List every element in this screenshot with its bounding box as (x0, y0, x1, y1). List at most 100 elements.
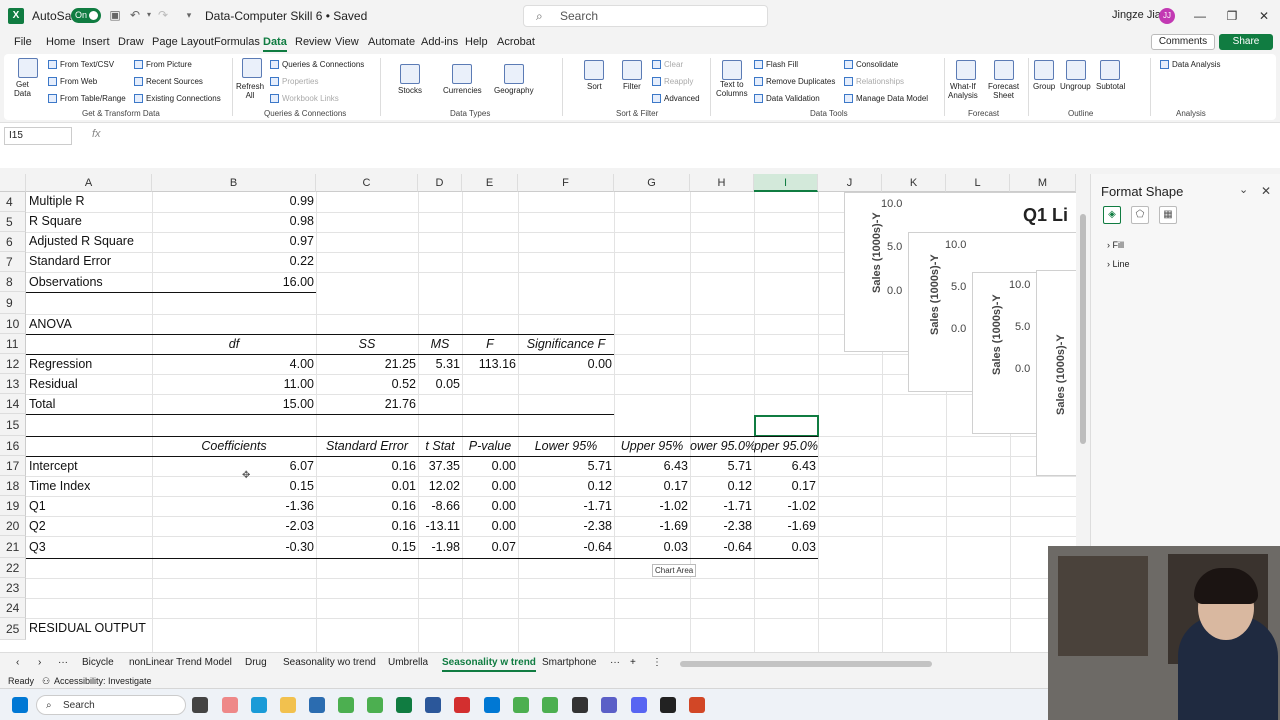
cell-c14[interactable]: 21.76 (316, 397, 416, 411)
cell-d19[interactable]: -8.66 (418, 499, 461, 513)
column-header[interactable]: D (418, 174, 462, 192)
cell-b16[interactable]: Coefficients (152, 439, 316, 453)
cell-h18[interactable]: 0.12 (690, 479, 752, 493)
ungroup-button[interactable]: Ungroup (1060, 82, 1091, 91)
sheet-next-icon[interactable]: › (38, 657, 41, 668)
cell-b19[interactable]: -1.36 (152, 499, 315, 513)
cell-e17[interactable]: 0.00 (462, 459, 516, 473)
row-header[interactable]: 22 (0, 558, 26, 578)
cell-e19[interactable]: 0.00 (462, 499, 516, 513)
column-header[interactable]: J (818, 174, 882, 192)
minimize-icon[interactable]: — (1190, 6, 1210, 26)
properties-button[interactable]: Properties (270, 77, 318, 87)
sheet-prev-icon[interactable]: ‹ (16, 657, 19, 668)
app-icon[interactable] (572, 697, 588, 713)
workbook-links-button[interactable]: Workbook Links (270, 94, 339, 104)
effects-tab-icon[interactable]: ⬠ (1131, 206, 1149, 224)
worksheet-grid[interactable]: A B C D E F G H I J K L M 4 5 6 7 8 9 10… (0, 174, 1090, 652)
excel-icon[interactable] (396, 697, 412, 713)
task-view-icon[interactable] (192, 697, 208, 713)
cell-i19[interactable]: -1.02 (754, 499, 817, 513)
sheet-menu-icon[interactable]: ⋮ (652, 657, 662, 668)
cell-h16[interactable]: ower 95.0% (690, 439, 754, 453)
title-search-box[interactable]: ⌕ Search (523, 5, 768, 27)
flash-fill-button[interactable]: Flash Fill (754, 60, 798, 70)
cell-h19[interactable]: -1.71 (690, 499, 753, 513)
cell-f18[interactable]: 0.12 (518, 479, 612, 493)
sheet-tab-drug[interactable]: Drug (245, 657, 267, 668)
tab-review[interactable]: Review (295, 36, 331, 48)
tab-data[interactable]: Data (263, 36, 287, 52)
column-header[interactable]: C (316, 174, 418, 192)
currencies-button[interactable]: Currencies (443, 86, 482, 95)
column-header[interactable]: B (152, 174, 316, 192)
remove-duplicates-button[interactable]: Remove Duplicates (754, 77, 835, 87)
from-web-button[interactable]: From Web (48, 77, 97, 87)
reapply-button[interactable]: Reapply (652, 77, 693, 87)
edge-icon[interactable] (251, 697, 267, 713)
tab-add-ins[interactable]: Add-ins (421, 36, 458, 48)
tab-help[interactable]: Help (465, 36, 488, 48)
cell-g20[interactable]: -1.69 (614, 519, 689, 533)
outlook-icon[interactable] (484, 697, 500, 713)
row-header[interactable]: 25 (0, 618, 26, 640)
fx-icon[interactable]: fx (92, 128, 101, 140)
column-header[interactable]: M (1010, 174, 1076, 192)
tab-insert[interactable]: Insert (82, 36, 110, 48)
cell-b14[interactable]: 15.00 (152, 397, 314, 411)
data-validation-button[interactable]: Data Validation (754, 94, 820, 104)
refresh-icon[interactable] (242, 58, 262, 78)
row-header[interactable]: 5 (0, 212, 26, 232)
sheet-tab-umbrella[interactable]: Umbrella (388, 657, 428, 668)
cell-f11[interactable]: Significance F (518, 337, 614, 351)
comments-button[interactable]: Comments (1151, 34, 1215, 50)
cell-e20[interactable]: 0.00 (462, 519, 516, 533)
cell-c16[interactable]: Standard Error (316, 439, 418, 453)
row-header[interactable]: 7 (0, 252, 26, 272)
forecast-sheet-button[interactable]: Forecast Sheet (988, 82, 1019, 100)
windows-start-icon[interactable] (12, 697, 28, 713)
data-analysis-button[interactable]: Data Analysis (1160, 60, 1220, 70)
queries-connections-button[interactable]: Queries & Connections (270, 60, 364, 70)
cell-c20[interactable]: 0.16 (316, 519, 416, 533)
row-header[interactable]: 4 (0, 192, 26, 212)
store-icon[interactable] (309, 697, 325, 713)
get-data-icon[interactable] (18, 58, 38, 78)
what-if-icon[interactable] (956, 60, 976, 80)
tab-home[interactable]: Home (46, 36, 75, 48)
cell-d13[interactable]: 0.05 (418, 377, 460, 391)
undo-icon[interactable]: ↶ (128, 8, 142, 22)
tab-draw[interactable]: Draw (118, 36, 144, 48)
cell-a7[interactable]: Standard Error (29, 254, 111, 268)
get-data-button[interactable]: Get Data (14, 80, 31, 98)
cell-f17[interactable]: 5.71 (518, 459, 612, 473)
customize-toolbar-icon[interactable]: ▾ (182, 8, 196, 22)
fill-line-tab-icon[interactable]: ◈ (1103, 206, 1121, 224)
pane-close-icon[interactable]: ✕ (1261, 184, 1271, 198)
row-header[interactable]: 24 (0, 598, 26, 618)
from-picture-button[interactable]: From Picture (134, 60, 192, 70)
chrome-icon[interactable] (338, 697, 354, 713)
row-header[interactable]: 16 (0, 436, 26, 456)
cell-a12[interactable]: Regression (29, 357, 92, 371)
cell-b6[interactable]: 0.97 (152, 234, 314, 248)
cell-a21[interactable]: Q3 (29, 540, 46, 554)
redo-icon[interactable]: ↷ (156, 8, 170, 22)
row-header[interactable]: 18 (0, 476, 26, 496)
chrome-icon[interactable] (513, 697, 529, 713)
cell-a17[interactable]: Intercept (29, 459, 78, 473)
column-header[interactable]: E (462, 174, 518, 192)
tab-page-layout[interactable]: Page Layout (152, 36, 214, 48)
row-header[interactable]: 11 (0, 334, 26, 354)
fill-section[interactable]: › Fill (1107, 240, 1124, 250)
cell-b11[interactable]: df (152, 337, 316, 351)
cell-c17[interactable]: 0.16 (316, 459, 416, 473)
row-header[interactable]: 9 (0, 292, 26, 314)
row-header[interactable]: 23 (0, 578, 26, 598)
cell-d21[interactable]: -1.98 (418, 540, 461, 554)
cell-b13[interactable]: 11.00 (152, 377, 314, 391)
teams-icon[interactable] (601, 697, 617, 713)
cell-e11[interactable]: F (462, 337, 518, 351)
from-text-csv-button[interactable]: From Text/CSV (48, 60, 114, 70)
cell-h20[interactable]: -2.38 (690, 519, 753, 533)
